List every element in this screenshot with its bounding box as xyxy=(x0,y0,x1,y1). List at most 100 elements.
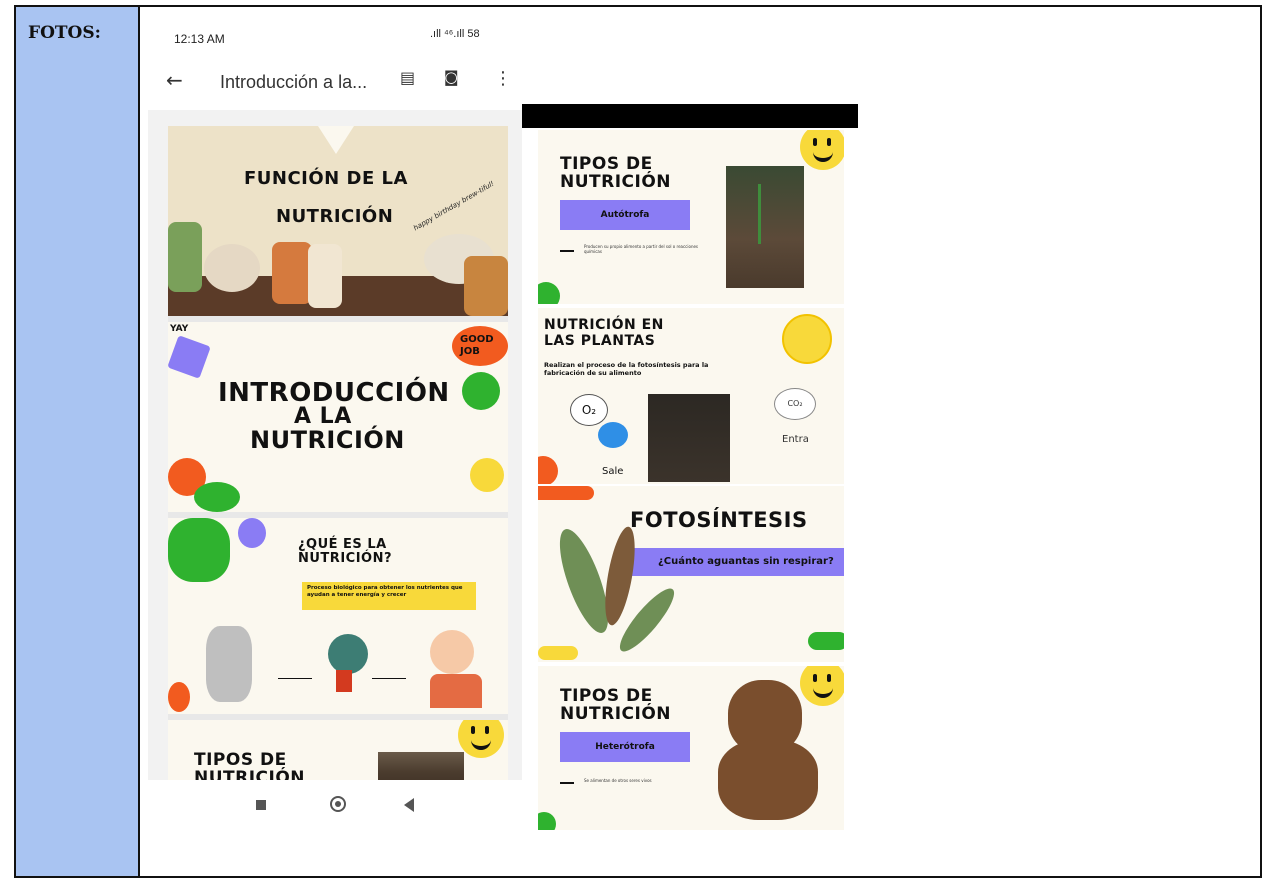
right-slide-4-title-line1: TIPOS DE xyxy=(560,686,653,706)
sticker-green-bottom xyxy=(194,482,240,512)
right-slide-2[interactable]: NUTRICIÓN EN LAS PLANTAS Realizan el pro… xyxy=(538,308,844,484)
slide-3-title-line1: ¿QUÉ ES LA xyxy=(298,537,387,552)
document-page: FOTOS: 12:13 AM .ıll ⁴⁶.ıll 58 ← Introdu… xyxy=(0,0,1262,878)
right-slide-4-title-line2: NUTRICIÓN xyxy=(560,704,672,724)
bullet-dash xyxy=(560,250,574,252)
table-label: FOTOS: xyxy=(28,23,101,43)
right-slide-4[interactable]: TIPOS DE NUTRICIÓN Heterótrofa Se alimen… xyxy=(538,666,844,830)
status-time: 12:13 AM xyxy=(174,32,225,46)
yellow-strip xyxy=(538,646,578,660)
child-body xyxy=(430,674,482,708)
definition-box: Proceso biológico para obtener los nutri… xyxy=(302,582,476,610)
sticker-good-job-text: GOOD JOB xyxy=(460,334,494,357)
top-notch xyxy=(318,126,354,154)
slide-4[interactable]: TIPOS DE NUTRICIÓN xyxy=(168,720,508,780)
co2-cloud-icon: CO₂ xyxy=(774,388,816,420)
right-slide-2-title-line2: LAS PLANTAS xyxy=(544,333,656,349)
sticker-yay: YAY xyxy=(170,324,189,334)
autotrofa-caption: Producen su propio alimento a partir del… xyxy=(584,244,699,254)
slide-1-script: happy birthday brew-tiful! xyxy=(412,179,496,233)
sprouts-photo xyxy=(648,394,730,482)
sale-label: Sale xyxy=(602,466,624,477)
right-slide-1-title-line2: NUTRICIÓN xyxy=(560,172,672,192)
smiley-icon xyxy=(800,666,844,706)
right-slide-1-title-line1: TIPOS DE xyxy=(560,154,653,174)
plant-pot xyxy=(336,670,352,692)
cup-icon xyxy=(464,256,508,316)
smiley-icon xyxy=(800,130,844,170)
plant-photo xyxy=(378,752,464,780)
label-cell: FOTOS: xyxy=(16,7,140,876)
comment-icon[interactable]: ▤ xyxy=(400,68,418,87)
heterotrofa-caption: Se alimentan de otros seres vivos xyxy=(584,778,652,783)
leaf-illustration xyxy=(599,524,641,628)
sticker-orange-small xyxy=(168,682,190,712)
arrow-line xyxy=(372,678,406,679)
entra-label: Entra xyxy=(782,434,809,445)
autotrofa-button[interactable]: Autótrofa xyxy=(560,200,690,230)
o2-label: O₂ xyxy=(581,403,597,417)
triangle-back-icon[interactable] xyxy=(404,798,414,812)
o2-cloud-icon: O₂ xyxy=(570,394,608,426)
slide-4-title-line1: TIPOS DE xyxy=(194,750,287,770)
app-bar: ← Introducción a la... ▤ ◙ ⋮ xyxy=(148,62,522,110)
plant-illustration xyxy=(328,634,368,674)
status-bar: 12:13 AM .ıll ⁴⁶.ıll 58 xyxy=(148,18,522,62)
slide-2-title-line2: A LA xyxy=(294,404,352,429)
slide-1-title-line2: NUTRICIÓN xyxy=(276,206,394,227)
phone-screenshot: 12:13 AM .ıll ⁴⁶.ıll 58 ← Introducción a… xyxy=(148,18,522,838)
slide-3[interactable]: ¿QUÉ ES LA NUTRICIÓN? Proceso biológico … xyxy=(168,518,508,714)
right-slide-2-subtitle: Realizan el proceso de la fotosíntesis p… xyxy=(544,361,709,377)
sticker-burst xyxy=(168,335,211,379)
slides-screenshot-right: TIPOS DE NUTRICIÓN Autótrofa Producen su… xyxy=(522,104,858,830)
more-vert-icon[interactable]: ⋮ xyxy=(494,68,512,89)
slides-viewer[interactable]: FUNCIÓN DE LA NUTRICIÓN happy birthday b… xyxy=(168,126,508,780)
smiley-icon xyxy=(458,720,504,758)
raccoon-illustration xyxy=(206,626,252,702)
co2-label: CO₂ xyxy=(787,399,803,408)
heterotrofa-button[interactable]: Heterótrofa xyxy=(560,732,690,762)
cup-icon xyxy=(272,242,312,304)
water-drop-icon xyxy=(598,422,628,448)
arrow-left-icon[interactable]: ← xyxy=(166,68,190,92)
status-indicators: .ıll ⁴⁶.ıll 58 xyxy=(430,28,480,40)
slide-4-title-line2: NUTRICIÓN xyxy=(194,768,306,781)
right-slide-3-title: FOTOSÍNTESIS xyxy=(630,508,808,532)
square-icon[interactable] xyxy=(256,800,266,810)
green-strip xyxy=(808,632,844,650)
food-bowl-sticker xyxy=(168,518,230,582)
exclamation-sticker xyxy=(238,518,266,548)
definition-text: Proceso biológico para obtener los nutri… xyxy=(307,585,463,599)
orange-strip xyxy=(538,486,594,500)
document-title: Introducción a la... xyxy=(220,72,368,92)
right-slide-3[interactable]: FOTOSÍNTESIS ¿Cuánto aguantas sin respir… xyxy=(538,486,844,662)
slide-3-title-line2: NUTRICIÓN? xyxy=(298,551,393,566)
circle-icon[interactable] xyxy=(330,796,346,812)
sprout-illustration xyxy=(758,184,801,244)
sticker-yellow-face xyxy=(470,458,504,492)
sticker-green-corner xyxy=(538,812,556,830)
arrow-line xyxy=(278,678,312,679)
top-black-bar xyxy=(522,104,858,128)
sticker-orange-corner xyxy=(538,456,558,484)
sticker-green-corner xyxy=(538,282,560,304)
right-slide-2-title-line1: NUTRICIÓN EN xyxy=(544,317,664,333)
question-box: ¿Cuánto aguantas sin respirar? xyxy=(630,548,844,576)
cup-icon xyxy=(308,244,342,308)
slide-2-title-line1: INTRODUCCIÓN xyxy=(218,378,450,408)
find-in-page-icon[interactable]: ◙ xyxy=(444,68,462,86)
cup-icon xyxy=(168,222,202,292)
bear-body-illustration xyxy=(718,740,818,820)
sun-icon xyxy=(782,314,832,364)
slide-2[interactable]: YAY GOOD JOB INTRODUCCIÓN A LA NUTRICIÓN xyxy=(168,322,508,512)
sticker-green xyxy=(462,372,500,410)
child-illustration xyxy=(430,630,474,674)
question-text: ¿Cuánto aguantas sin respirar? xyxy=(658,556,834,567)
slide-1[interactable]: FUNCIÓN DE LA NUTRICIÓN happy birthday b… xyxy=(168,126,508,316)
slide-2-title-line3: NUTRICIÓN xyxy=(250,426,405,454)
bullet-dash xyxy=(560,782,574,784)
slide-1-title-line1: FUNCIÓN DE LA xyxy=(244,168,408,189)
android-nav-bar xyxy=(148,780,522,838)
right-slide-1[interactable]: TIPOS DE NUTRICIÓN Autótrofa Producen su… xyxy=(538,130,844,304)
cup-icon xyxy=(204,244,260,292)
